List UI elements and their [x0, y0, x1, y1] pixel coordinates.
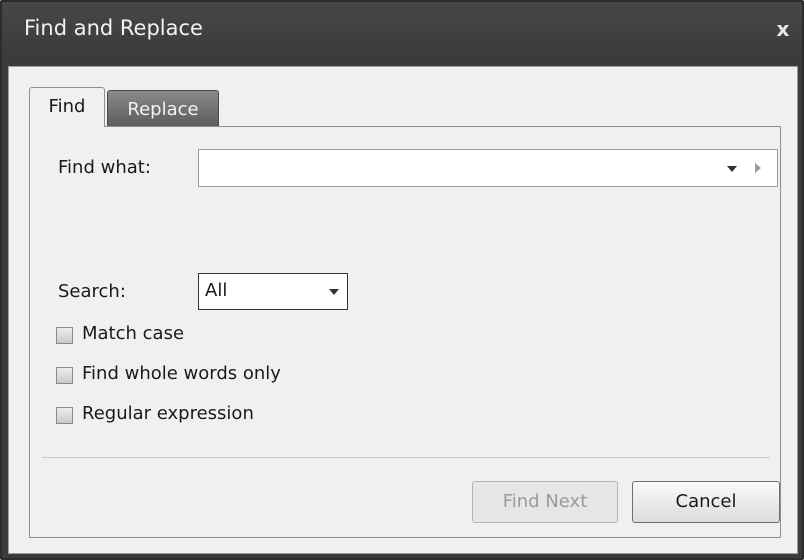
tab-find[interactable]: Find	[29, 87, 105, 127]
cancel-button[interactable]: Cancel	[632, 481, 780, 523]
find-what-label: Find what:	[58, 157, 151, 178]
chevron-down-icon[interactable]	[329, 289, 339, 295]
chevron-down-icon[interactable]	[727, 166, 737, 172]
tab-replace-label: Replace	[127, 99, 199, 120]
find-tab-panel: Find what: Search: All Match case Find w…	[29, 126, 781, 538]
close-icon[interactable]: x	[770, 16, 796, 42]
find-next-button[interactable]: Find Next	[472, 481, 618, 523]
tab-replace[interactable]: Replace	[107, 90, 219, 127]
find-replace-dialog: Find and Replace x Find Replace Find wha…	[0, 0, 804, 560]
find-what-combobox[interactable]	[198, 149, 778, 187]
whole-words-checkbox[interactable]	[56, 367, 73, 384]
search-scope-value: All	[205, 280, 228, 301]
match-case-label: Match case	[82, 323, 185, 344]
regex-checkbox[interactable]	[56, 407, 73, 424]
dialog-title: Find and Replace	[24, 16, 203, 40]
find-what-input[interactable]	[203, 154, 717, 182]
chevron-right-icon[interactable]	[755, 163, 761, 173]
search-scope-dropdown[interactable]: All	[198, 273, 348, 310]
whole-words-label: Find whole words only	[82, 363, 281, 384]
dialog-body: Find Replace Find what: Search: All Matc…	[8, 66, 798, 554]
search-label: Search:	[58, 281, 126, 302]
divider	[42, 457, 770, 458]
match-case-checkbox[interactable]	[56, 327, 73, 344]
title-bar[interactable]: Find and Replace x	[2, 2, 802, 60]
tab-find-label: Find	[48, 96, 86, 117]
regex-label: Regular expression	[82, 403, 254, 424]
